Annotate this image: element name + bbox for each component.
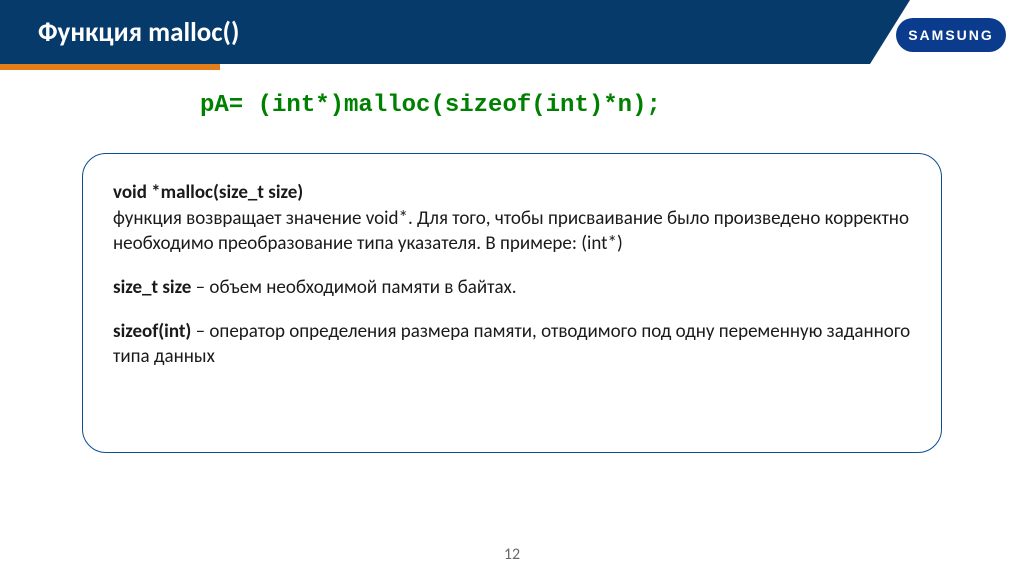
description-paragraph-3: sizeof(int) – оператор определения разме… (113, 319, 911, 370)
description-box: void *malloc(size_t size) функция возвра… (82, 153, 942, 453)
page-number: 12 (0, 545, 1024, 564)
logo-area: SAMSUNG (896, 18, 1006, 52)
param-size-desc: – объем необходимой памяти в байтах. (191, 276, 516, 299)
page-title: Функция malloc() (38, 16, 239, 49)
sizeof-operator-desc: – оператор определения размера памяти, о… (113, 320, 910, 369)
slide-header: Функция malloc() SAMSUNG (0, 0, 1024, 64)
param-size: size_t size (113, 276, 191, 299)
func-signature-desc: функция возвращает значение void*. Для т… (113, 207, 909, 256)
description-paragraph-2: size_t size – объем необходимой памяти в… (113, 275, 911, 301)
samsung-logo: SAMSUNG (896, 18, 1006, 52)
title-bar: Функция malloc() (0, 0, 870, 64)
description-paragraph-1: void *malloc(size_t size) функция возвра… (113, 180, 911, 257)
code-example: pA= (int*)malloc(sizeof(int)*n); (70, 92, 954, 119)
func-signature: void *malloc(size_t size) (113, 181, 303, 204)
sizeof-operator: sizeof(int) (113, 320, 191, 343)
slide-content: pA= (int*)malloc(sizeof(int)*n); void *m… (0, 64, 1024, 453)
samsung-logo-text: SAMSUNG (908, 27, 994, 43)
